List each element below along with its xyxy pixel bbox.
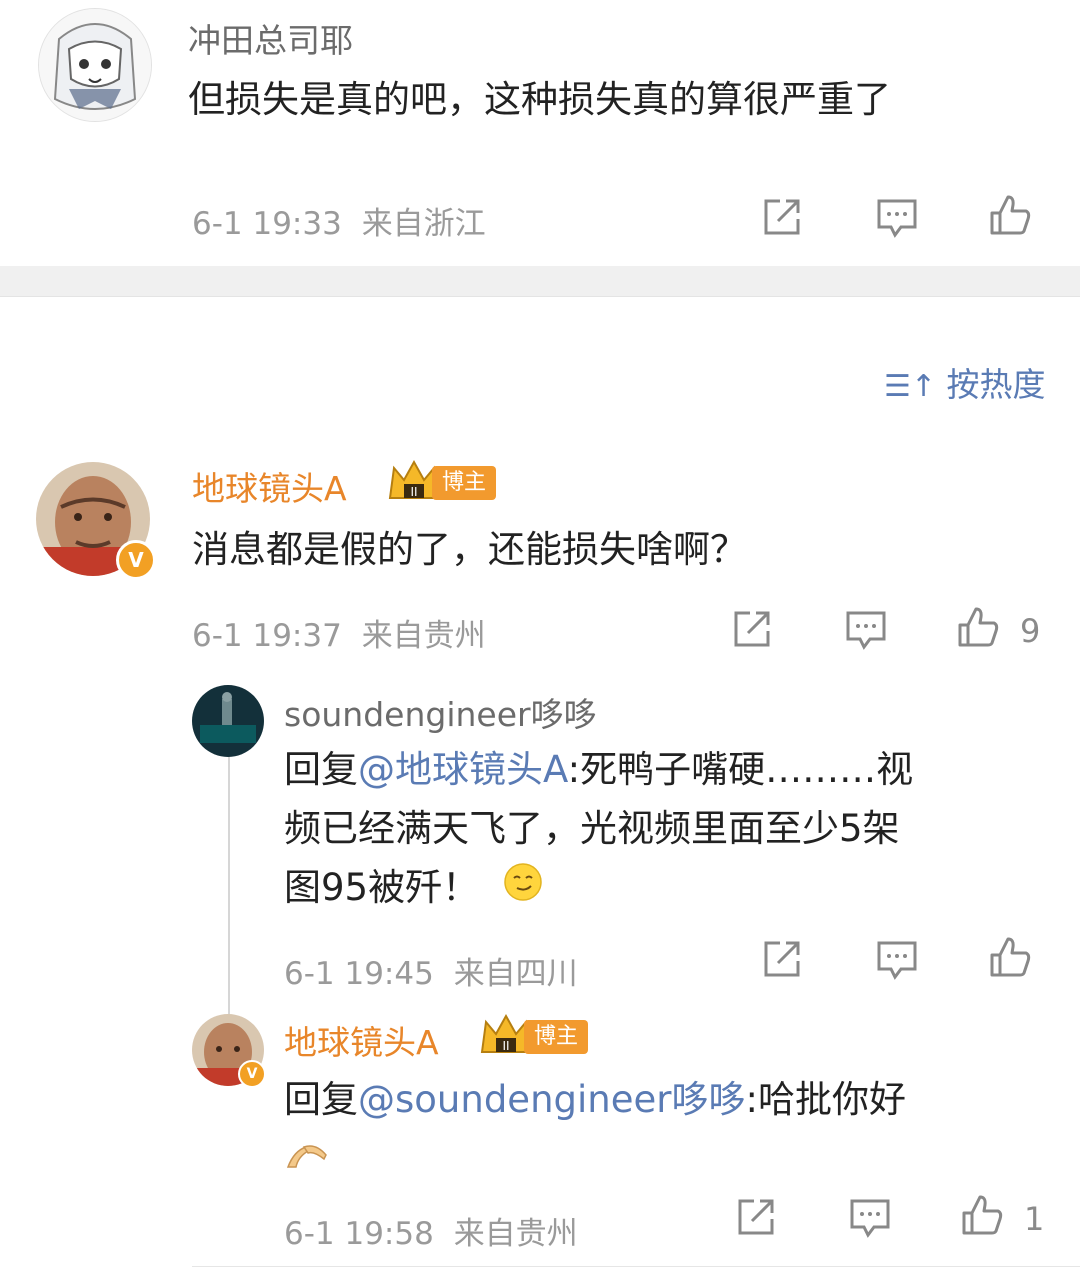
location: 来自四川 (453, 956, 578, 992)
thumbs-up-icon (990, 195, 1031, 235)
reply-text-1: :哈批你好 (745, 1078, 906, 1121)
thread-line (228, 755, 230, 1017)
verified-badge: V (116, 540, 156, 580)
comment-button[interactable] (875, 195, 919, 239)
username[interactable]: 冲田总司耶 (188, 14, 353, 62)
comment-icon (877, 941, 917, 980)
timestamp: 6-1 19:33 (192, 206, 342, 242)
comment-text: 消息都是假的了，还能损失啥啊？ (192, 528, 747, 571)
verified-badge: V (238, 1060, 266, 1088)
share-button[interactable] (760, 195, 804, 239)
mention-link[interactable]: @soundengineer哆哆 (358, 1078, 745, 1121)
comment-text: 但损失是真的吧，这种损失真的算很严重了 (188, 78, 891, 121)
blogger-badge: 博主 (432, 466, 497, 500)
like-button[interactable] (956, 605, 1000, 649)
sort-label: 按热度 (946, 365, 1046, 404)
avatar[interactable] (192, 685, 264, 757)
share-icon (764, 199, 800, 235)
location: 来自贵州 (453, 1216, 578, 1252)
comment-meta: 6-1 19:37 来自贵州 (192, 610, 486, 655)
comment-icon (846, 611, 886, 650)
comment-button[interactable] (844, 607, 888, 651)
location: 来自贵州 (361, 618, 486, 654)
reply-prefix: 回复 (284, 748, 358, 791)
reply-text: 回复@地球镜头A:死鸭子嘴硬………视 频已经满天飞了，光视频里面至少5架 图95… (284, 740, 1054, 919)
comment-icon (850, 1199, 890, 1238)
like-count: 9 (1020, 612, 1041, 650)
share-icon (764, 941, 800, 977)
bottom-divider (192, 1266, 1080, 1267)
comment-meta: 6-1 19:33 来自浙江 (192, 198, 486, 243)
reply-text: 回复@soundengineer哆哆:哈批你好 (284, 1070, 1054, 1190)
username[interactable]: 地球镜头A (192, 462, 347, 510)
location: 来自浙江 (361, 206, 486, 242)
reply-text-1: :死鸭子嘴硬………视 (567, 748, 914, 791)
reply-text-3: 图95被歼！ (284, 866, 480, 909)
timestamp: 6-1 19:45 (284, 956, 434, 992)
like-button[interactable] (988, 935, 1032, 979)
comment-icon (877, 199, 917, 238)
svg-text:II: II (502, 1039, 509, 1053)
reply-line-2 (284, 1129, 1054, 1190)
section-divider (0, 266, 1080, 297)
reply-line-1: 回复@地球镜头A:死鸭子嘴硬………视 (284, 740, 1054, 799)
pray-hands-emoji (284, 1131, 330, 1190)
mention-link[interactable]: @地球镜头A (358, 748, 568, 791)
comment-button[interactable] (848, 1195, 892, 1239)
share-button[interactable] (734, 1195, 778, 1239)
reply-meta: 6-1 19:45 来自四川 (284, 948, 578, 993)
reply-line-2: 频已经满天飞了，光视频里面至少5架 (284, 807, 900, 850)
thumbs-up-icon (990, 937, 1031, 977)
share-icon (734, 611, 770, 647)
svg-text:II: II (410, 485, 417, 499)
avatar[interactable] (38, 8, 152, 122)
timestamp: 6-1 19:58 (284, 1216, 434, 1252)
thumbs-up-icon (958, 607, 999, 647)
smirk-emoji (503, 860, 543, 919)
username[interactable]: soundengineer哆哆 (284, 688, 597, 736)
reply-prefix: 回复 (284, 1078, 358, 1121)
reply-meta: 6-1 19:58 来自贵州 (284, 1208, 578, 1253)
like-button[interactable] (960, 1193, 1004, 1237)
sort-icon: ☰↑ (884, 369, 937, 404)
thumbs-up-icon (962, 1195, 1003, 1235)
timestamp: 6-1 19:37 (192, 618, 342, 654)
share-button[interactable] (730, 607, 774, 651)
reply-line-1: 回复@soundengineer哆哆:哈批你好 (284, 1070, 1054, 1129)
blogger-badge: 博主 (524, 1020, 589, 1054)
like-button[interactable] (988, 193, 1032, 237)
share-icon (738, 1199, 774, 1235)
share-button[interactable] (760, 937, 804, 981)
like-count: 1 (1024, 1200, 1045, 1238)
comment-button[interactable] (875, 937, 919, 981)
reply-line-3: 图95被歼！ (284, 858, 1054, 919)
sort-button[interactable]: ☰↑ 按热度 (884, 358, 1046, 406)
username[interactable]: 地球镜头A (284, 1016, 439, 1064)
